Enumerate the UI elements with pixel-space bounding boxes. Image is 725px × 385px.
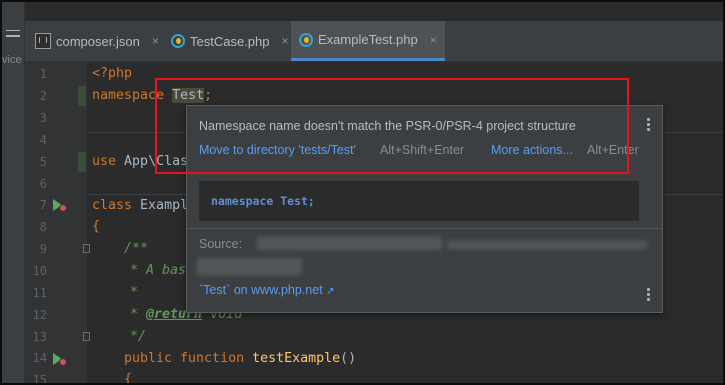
line-number: 11 bbox=[32, 286, 47, 300]
code-text: () bbox=[340, 351, 357, 366]
redacted-path bbox=[447, 241, 647, 249]
php-class-icon bbox=[299, 32, 313, 47]
close-icon[interactable]: × bbox=[152, 34, 159, 48]
php-class-icon bbox=[171, 34, 185, 48]
code-keyword: use bbox=[92, 154, 117, 169]
tab-testcase-php[interactable]: TestCase.php × bbox=[171, 21, 289, 61]
php-docs-link-text: `Test` on www.php.net bbox=[199, 283, 323, 297]
line-number: 13 bbox=[32, 330, 47, 344]
line-number: 5 bbox=[39, 155, 47, 169]
panel-label: vice bbox=[2, 54, 22, 66]
vcs-change-marker[interactable] bbox=[78, 86, 86, 106]
panel-divider bbox=[6, 30, 20, 31]
source-label: Source: bbox=[199, 237, 243, 251]
line-number: 6 bbox=[39, 177, 47, 191]
code-text: Exampl bbox=[140, 198, 189, 213]
external-link-icon: ↗ bbox=[326, 286, 335, 297]
redacted-path bbox=[257, 237, 442, 250]
code-line: class Exampl bbox=[92, 198, 188, 213]
code-preview: namespace Test; bbox=[199, 181, 639, 221]
tab-label: TestCase.php bbox=[190, 33, 270, 49]
code-keyword: class bbox=[92, 198, 133, 213]
code-keyword: public function bbox=[124, 351, 245, 366]
editor-tab-bar: composer.json × TestCase.php × ExampleTe… bbox=[25, 21, 723, 62]
tab-exampletest-php[interactable]: ExampleTest.php × bbox=[291, 21, 445, 61]
editor-gutter[interactable]: 1 2 3 4 5 6 7 8 9 10 11 12 13 14 15 bbox=[25, 62, 90, 385]
run-test-icon[interactable] bbox=[53, 199, 67, 212]
code-line: */ bbox=[130, 329, 147, 344]
code-keyword: namespace bbox=[92, 88, 165, 103]
tab-composer-json[interactable]: composer.json × bbox=[35, 21, 159, 61]
tab-label: ExampleTest.php bbox=[318, 32, 418, 47]
close-icon[interactable]: × bbox=[430, 33, 437, 47]
vcs-change-marker[interactable] bbox=[78, 152, 86, 172]
line-number: 7 bbox=[39, 198, 47, 212]
code-line: * bbox=[130, 285, 139, 300]
line-number: 8 bbox=[39, 220, 47, 234]
line-number: 2 bbox=[39, 89, 47, 103]
code-line: <?php bbox=[92, 66, 133, 81]
annotation-highlight-box bbox=[155, 78, 629, 174]
line-number: 1 bbox=[39, 67, 47, 81]
popup-divider bbox=[187, 228, 662, 229]
ide-window: vice composer.json × TestCase.php × Exam… bbox=[0, 0, 725, 385]
code-line: * A bas bbox=[130, 263, 187, 278]
more-options-icon[interactable] bbox=[647, 288, 650, 303]
line-number: 4 bbox=[39, 133, 47, 147]
more-options-icon[interactable] bbox=[647, 118, 650, 133]
line-number: 3 bbox=[39, 111, 47, 125]
code-line: { bbox=[92, 219, 101, 234]
line-number: 15 bbox=[32, 373, 47, 385]
php-docs-link[interactable]: `Test` on www.php.net ↗ bbox=[199, 283, 335, 297]
project-panel-stub[interactable]: vice bbox=[2, 2, 25, 383]
code-preview-text: namespace Test; bbox=[211, 194, 315, 208]
close-icon[interactable]: × bbox=[282, 34, 289, 48]
line-number: 14 bbox=[32, 351, 47, 365]
redacted-path bbox=[197, 258, 302, 275]
line-number: 10 bbox=[32, 264, 47, 278]
code-line: { bbox=[124, 372, 133, 385]
code-comment: * bbox=[130, 307, 147, 322]
code-line: /** bbox=[124, 241, 149, 256]
line-number: 9 bbox=[39, 242, 47, 256]
json-file-icon bbox=[35, 33, 51, 49]
minimize-icon[interactable] bbox=[6, 35, 20, 37]
run-test-icon[interactable] bbox=[53, 353, 67, 366]
tab-label: composer.json bbox=[56, 33, 140, 49]
function-name: testExample bbox=[252, 351, 341, 366]
code-line: public function testExample() bbox=[124, 351, 356, 366]
line-number: 12 bbox=[32, 308, 47, 322]
